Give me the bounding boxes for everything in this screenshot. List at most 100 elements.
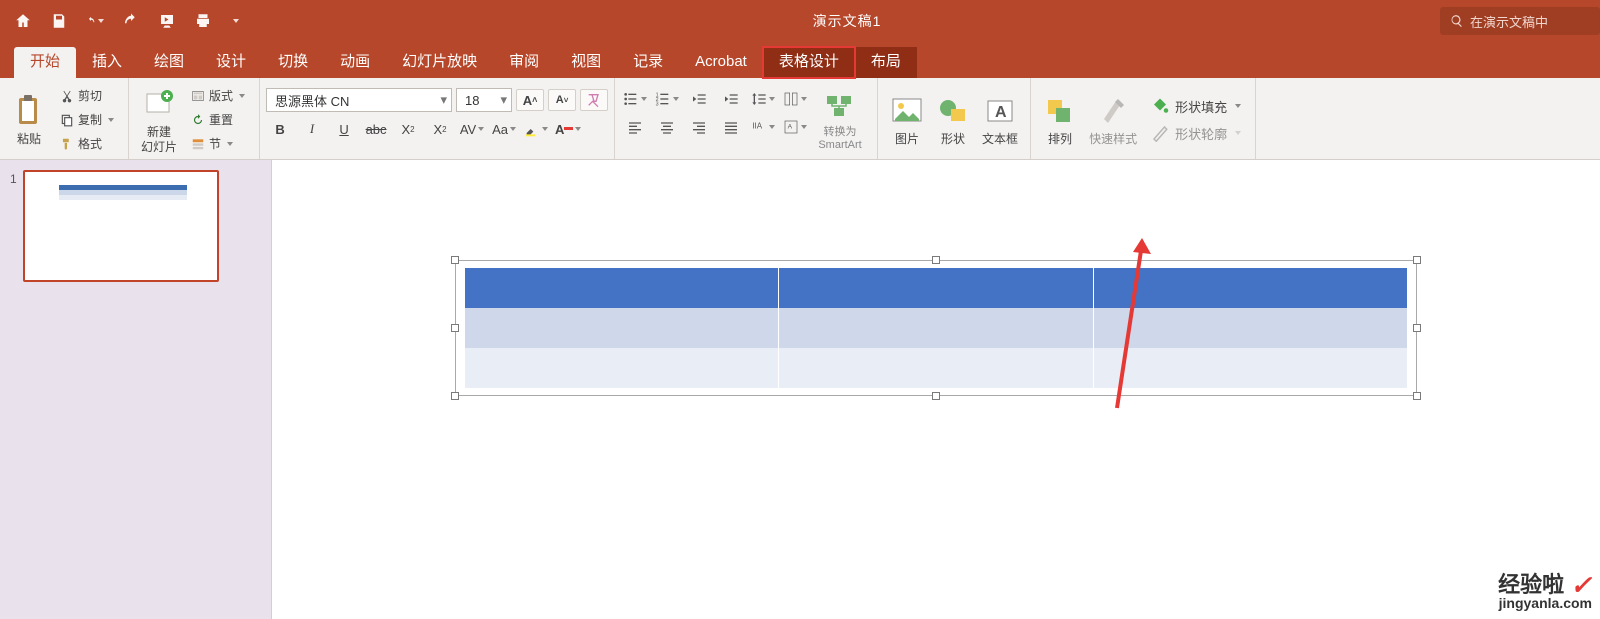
svg-text:3: 3 (656, 102, 659, 107)
textbox-button[interactable]: A 文本框 (976, 82, 1024, 157)
document-title: 演示文稿1 (254, 11, 1440, 31)
font-size-combo[interactable]: 18▾ (456, 88, 512, 112)
quickstyle-icon (1098, 92, 1128, 130)
reset-button[interactable]: 重置 (187, 110, 249, 130)
layout-button[interactable]: 版式 (187, 86, 249, 106)
section-button[interactable]: 节 (187, 134, 249, 154)
tab-transitions[interactable]: 切换 (262, 47, 324, 78)
tab-acrobat[interactable]: Acrobat (679, 47, 763, 78)
bold-button[interactable]: B (266, 118, 294, 140)
cut-button[interactable]: 剪切 (56, 86, 118, 106)
shape-outline-button[interactable]: 形状轮廓 (1151, 124, 1241, 143)
thumbnail-table-preview (59, 185, 187, 203)
columns-button[interactable] (781, 88, 809, 110)
convert-smartart-button[interactable]: 转换为SmartArt (809, 82, 871, 157)
tab-layout[interactable]: 布局 (855, 47, 917, 78)
svg-text:A: A (788, 123, 793, 130)
resize-handle[interactable] (451, 392, 459, 400)
decrease-indent-button[interactable] (685, 88, 713, 110)
table-row[interactable] (465, 308, 1407, 348)
format-painter-button[interactable]: 格式 (56, 134, 118, 154)
clear-formatting-button[interactable] (580, 89, 608, 111)
group-font: 思源黑体 CN▾ 18▾ A˄ A˅ B I U abc X2 X2 AV Aa… (260, 78, 615, 159)
paste-button[interactable]: 粘贴 (6, 82, 52, 157)
clipboard-icon (15, 92, 43, 130)
thumbnail-number: 1 (10, 170, 17, 282)
workspace: 1 (0, 160, 1600, 619)
tab-home[interactable]: 开始 (14, 47, 76, 78)
home-icon[interactable] (14, 12, 32, 30)
increase-font-button[interactable]: A˄ (516, 89, 544, 111)
arrange-button[interactable]: 排列 (1037, 82, 1083, 157)
resize-handle[interactable] (1413, 324, 1421, 332)
resize-handle[interactable] (1413, 392, 1421, 400)
arrange-icon (1045, 92, 1075, 130)
justify-button[interactable] (717, 116, 745, 138)
shape-fill-button[interactable]: 形状填充 (1151, 97, 1241, 116)
increase-indent-button[interactable] (717, 88, 745, 110)
tab-view[interactable]: 视图 (555, 47, 617, 78)
tab-slideshow[interactable]: 幻灯片放映 (386, 47, 493, 78)
strikethrough-button[interactable]: abc (362, 118, 390, 140)
print-icon[interactable] (194, 12, 212, 30)
font-color-button[interactable]: A (554, 118, 582, 140)
resize-handle[interactable] (1413, 256, 1421, 264)
align-left-button[interactable] (621, 116, 649, 138)
quick-access-toolbar (0, 12, 254, 30)
slide-thumbnails-panel[interactable]: 1 (0, 160, 272, 619)
redo-icon[interactable] (122, 12, 140, 30)
resize-handle[interactable] (932, 392, 940, 400)
new-slide-button[interactable]: 新建 幻灯片 (135, 82, 183, 157)
font-name-combo[interactable]: 思源黑体 CN▾ (266, 88, 452, 112)
tab-review[interactable]: 审阅 (493, 47, 555, 78)
align-right-button[interactable] (685, 116, 713, 138)
slide-thumbnail-1[interactable] (23, 170, 219, 282)
tab-table-design[interactable]: 表格设计 (763, 47, 855, 78)
inserted-table[interactable] (464, 267, 1408, 389)
ribbon-tabs: 开始 插入 绘图 设计 切换 动画 幻灯片放映 审阅 视图 记录 Acrobat… (0, 42, 1600, 78)
text-direction-button[interactable]: IIA (749, 116, 777, 138)
picture-icon (891, 92, 923, 130)
align-text-button[interactable]: A (781, 116, 809, 138)
qat-customize-icon[interactable] (230, 12, 240, 30)
shapes-button[interactable]: 形状 (930, 82, 976, 157)
tab-insert[interactable]: 插入 (76, 47, 138, 78)
undo-icon[interactable] (86, 12, 104, 30)
group-insert-objects: 图片 形状 A 文本框 (878, 78, 1031, 159)
align-center-button[interactable] (653, 116, 681, 138)
textbox-icon: A (985, 92, 1015, 130)
subscript-button[interactable]: X2 (426, 118, 454, 140)
tab-animations[interactable]: 动画 (324, 47, 386, 78)
resize-handle[interactable] (451, 324, 459, 332)
title-bar: 演示文稿1 在演示文稿中 (0, 0, 1600, 42)
table-selection-frame[interactable] (455, 260, 1417, 396)
picture-button[interactable]: 图片 (884, 82, 930, 157)
superscript-button[interactable]: X2 (394, 118, 422, 140)
italic-button[interactable]: I (298, 118, 326, 140)
bullets-button[interactable] (621, 88, 649, 110)
search-field[interactable]: 在演示文稿中 (1440, 7, 1600, 35)
quick-styles-button[interactable]: 快速样式 (1083, 82, 1143, 157)
resize-handle[interactable] (932, 256, 940, 264)
start-slideshow-icon[interactable] (158, 12, 176, 30)
table-row[interactable] (465, 348, 1407, 388)
save-icon[interactable] (50, 12, 68, 30)
underline-button[interactable]: U (330, 118, 358, 140)
tab-record[interactable]: 记录 (617, 47, 679, 78)
decrease-font-button[interactable]: A˅ (548, 89, 576, 111)
copy-button[interactable]: 复制 (56, 110, 118, 130)
svg-text:A: A (995, 104, 1007, 121)
character-spacing-button[interactable]: AV (458, 118, 486, 140)
tab-draw[interactable]: 绘图 (138, 47, 200, 78)
slide (354, 160, 1518, 619)
table-row[interactable] (465, 268, 1407, 308)
line-spacing-button[interactable] (749, 88, 777, 110)
slide-canvas[interactable]: 经验啦 ✓ jingyanla.com (272, 160, 1600, 619)
numbering-button[interactable]: 123 (653, 88, 681, 110)
resize-handle[interactable] (451, 256, 459, 264)
highlight-button[interactable] (522, 118, 550, 140)
tab-design[interactable]: 设计 (200, 47, 262, 78)
group-arrange: 排列 快速样式 形状填充 形状轮廓 (1031, 78, 1256, 159)
svg-text:IIA: IIA (752, 121, 762, 130)
change-case-button[interactable]: Aa (490, 118, 518, 140)
